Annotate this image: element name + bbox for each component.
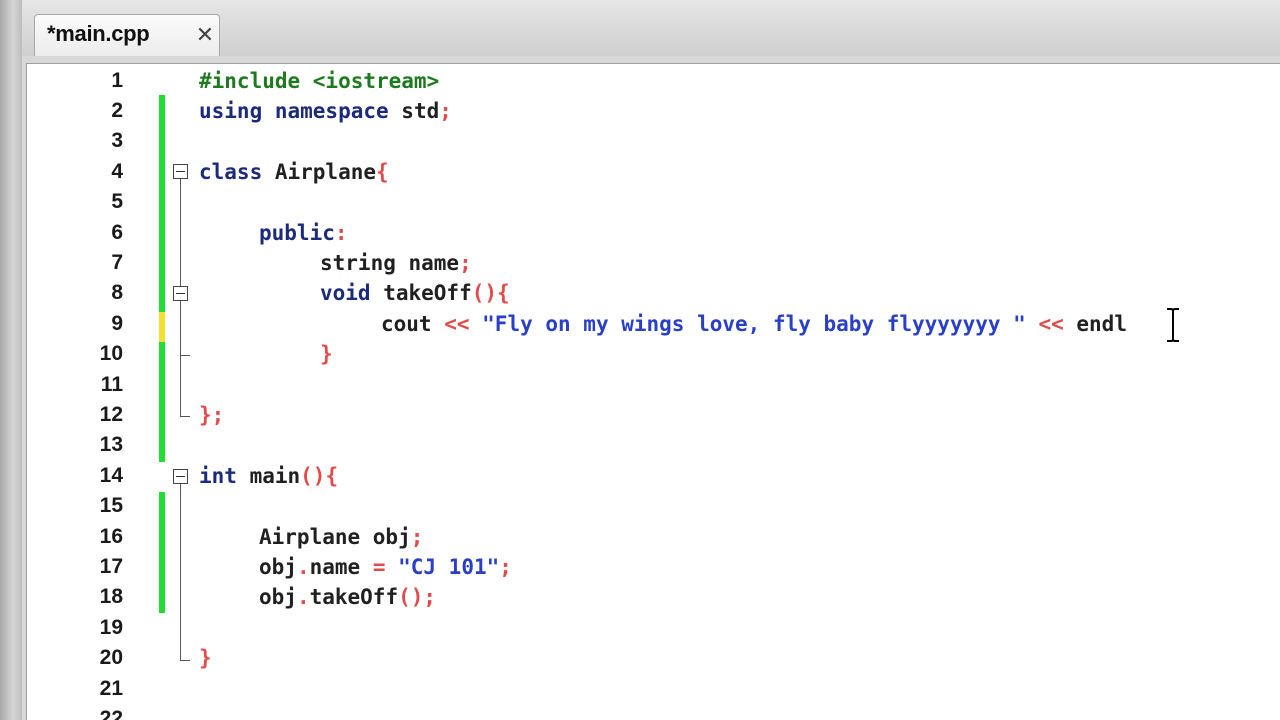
change-marker-saved (159, 492, 165, 613)
operator: = (372, 555, 386, 579)
code-line-12: }; (199, 400, 224, 430)
brace: { (376, 160, 389, 184)
punctuation: (); (398, 585, 437, 609)
code-line-6: public: (259, 218, 348, 248)
identifier: Airplane (262, 160, 377, 184)
line-number: 1 (111, 69, 123, 92)
code-line-1: #include <iostream> (199, 66, 439, 96)
punctuation: (){ (300, 464, 339, 488)
string-literal: "Fly on my wings love, fly baby flyyyyyy… (469, 312, 1026, 336)
line-number: 9 (111, 312, 123, 335)
dot: . (296, 585, 310, 609)
preprocessor-directive: #include <iostream> (199, 69, 440, 93)
line-number: 11 (100, 373, 123, 396)
code-line-17: obj.name = "CJ 101"; (259, 552, 512, 582)
line-number: 20 (99, 646, 123, 669)
change-marker-saved (159, 95, 165, 312)
colon: : (334, 221, 348, 245)
brace: } (320, 342, 333, 366)
line-number: 13 (99, 433, 123, 456)
line-number: 14 (99, 464, 123, 487)
line-number: 5 (111, 190, 123, 213)
brace: } (199, 646, 212, 670)
keyword: int (199, 464, 237, 488)
operator: << (1025, 312, 1064, 336)
change-marker-unsaved (159, 312, 165, 342)
line-number: 6 (111, 221, 123, 244)
fold-minus-icon[interactable] (173, 286, 188, 301)
code-line-9: cout << "Fly on my wings love, fly baby … (381, 309, 1127, 339)
identifier: takeOff (370, 281, 472, 305)
type: string (320, 251, 396, 275)
identifier: obj (259, 555, 297, 579)
code-line-8: void takeOff(){ (320, 278, 510, 308)
identifier: obj (259, 585, 297, 609)
i-beam-cursor-icon (1167, 308, 1179, 342)
keyword: void (320, 281, 371, 305)
brace: }; (199, 403, 225, 427)
keyword: public (259, 221, 335, 245)
fold-guide-line (180, 484, 181, 660)
code-line-20: } (199, 643, 212, 673)
identifier: endl (1063, 312, 1127, 336)
line-number: 19 (99, 616, 123, 639)
identifier: name (395, 251, 460, 275)
fold-end-marker (180, 660, 190, 661)
semicolon: ; (439, 99, 452, 123)
code-line-18: obj.takeOff(); (259, 582, 436, 612)
semicolon: ; (459, 251, 472, 275)
line-number: 17 (99, 555, 123, 578)
line-number: 2 (111, 99, 123, 122)
fold-end-marker (180, 416, 190, 417)
identifier: main (236, 464, 301, 488)
left-panel-edge (0, 0, 22, 720)
line-number: 4 (111, 160, 123, 183)
close-tab-icon[interactable]: ✕ (193, 24, 217, 48)
change-marker-saved (159, 342, 165, 462)
line-number: 21 (99, 677, 123, 700)
tab-main-cpp[interactable]: *main.cpp ✕ (34, 14, 220, 56)
identifier: cout (381, 312, 445, 336)
semicolon: ; (410, 525, 424, 549)
string-literal: "CJ 101" (385, 555, 500, 579)
line-number: 15 (99, 494, 123, 517)
ide-window: *main.cpp ✕ 1 2 3 4 5 6 7 8 9 10 11 12 1… (0, 0, 1280, 720)
line-number: 10 (99, 342, 123, 365)
fold-minus-icon[interactable] (173, 469, 188, 484)
line-number-gutter: 1 2 3 4 5 6 7 8 9 10 11 12 13 14 15 16 1… (27, 64, 157, 720)
code-editor[interactable]: 1 2 3 4 5 6 7 8 9 10 11 12 13 14 15 16 1… (26, 63, 1280, 720)
operator: << (444, 312, 470, 336)
line-number: 8 (111, 281, 123, 304)
code-line-16: Airplane obj; (259, 522, 423, 552)
line-number: 18 (99, 585, 123, 608)
semicolon: ; (499, 555, 512, 579)
code-line-7: string name; (320, 248, 472, 278)
keyword: class (199, 160, 263, 184)
identifier: name (309, 555, 373, 579)
code-line-4: class Airplane{ (199, 157, 389, 187)
line-number: 16 (99, 525, 123, 548)
line-number: 7 (111, 251, 123, 274)
identifier: Airplane obj (259, 525, 411, 549)
tab-label: *main.cpp (47, 21, 150, 46)
identifier: std (388, 99, 440, 123)
code-line-14: int main(){ (199, 461, 338, 491)
code-line-2: using namespace std; (199, 96, 452, 126)
line-number: 12 (99, 403, 123, 426)
punctuation: (){ (471, 281, 510, 305)
fold-end-marker (180, 355, 190, 356)
code-line-10: } (320, 339, 333, 369)
identifier: takeOff (309, 585, 399, 609)
dot: . (296, 555, 310, 579)
line-number: 3 (111, 129, 123, 152)
fold-minus-icon[interactable] (173, 164, 188, 179)
editor-tab-bar: *main.cpp ✕ (22, 0, 1280, 57)
keyword: using namespace (199, 99, 389, 123)
line-number: 22 (99, 707, 123, 720)
